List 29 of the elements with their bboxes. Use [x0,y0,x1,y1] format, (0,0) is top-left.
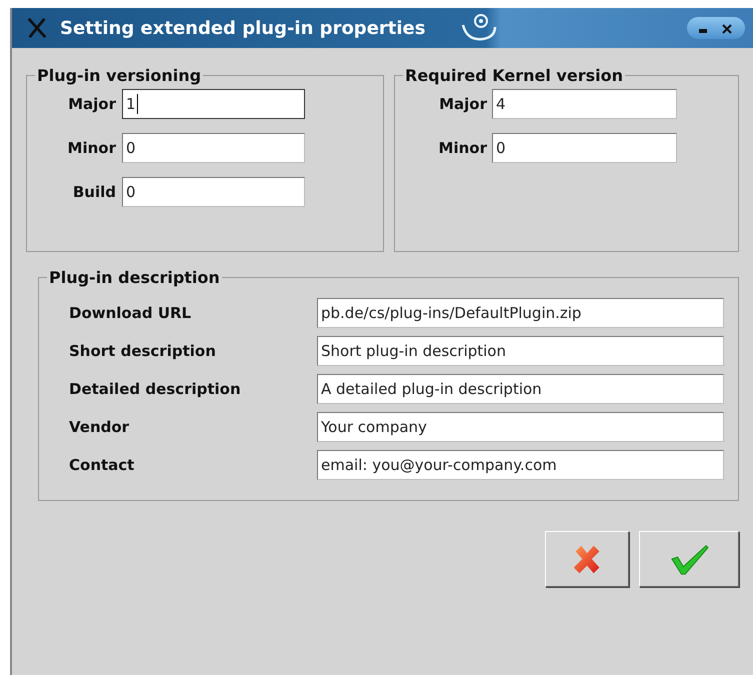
field-label: Short description [68,342,217,360]
text-field[interactable]: 0 [122,177,305,207]
close-icon [721,23,733,35]
field-label: Minor [438,139,488,157]
group-title: Required Kernel version [404,66,624,85]
field-label: Major [67,95,117,113]
text-field[interactable]: 0 [122,133,305,163]
text-field[interactable]: Short plug-in description [317,336,724,366]
text-field[interactable]: 0 [492,133,677,163]
window-title: Setting extended plug-in properties [60,18,426,38]
text-field[interactable]: pb.de/cs/plug-ins/DefaultPlugin.zip [317,298,724,328]
field-label: Contact [68,456,136,474]
field-label: Download URL [68,304,192,322]
group-title: Plug-in description [48,268,221,287]
text-field[interactable]: 1 [122,89,305,119]
field-label: Detailed description [68,380,242,398]
text-field[interactable]: A detailed plug-in description [317,374,724,404]
minimize-icon [699,29,707,33]
text-field[interactable]: email: you@your-company.com [317,450,724,480]
cancel-button[interactable] [545,531,629,587]
field-label: Minor [66,139,117,157]
field-label: Major [438,95,488,113]
field-label: Build [72,183,117,201]
x-logo-icon [26,17,48,39]
text-field[interactable]: Your company [317,412,724,442]
field-label: Vendor [68,418,130,436]
group-title: Plug-in versioning [36,66,202,85]
ok-button[interactable] [639,531,739,587]
text-field[interactable]: 4 [492,89,677,119]
